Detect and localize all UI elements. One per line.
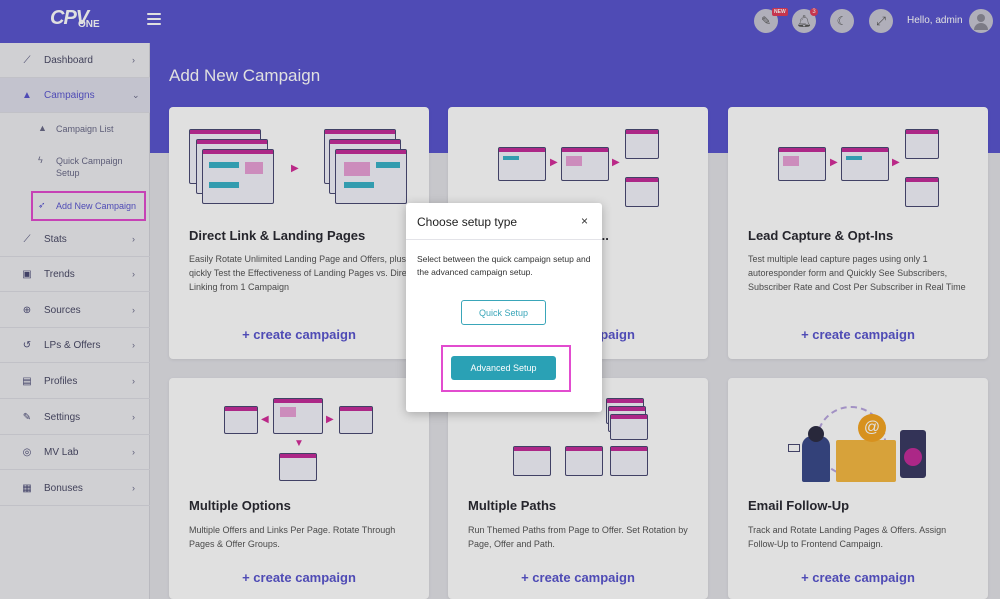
modal-title: Choose setup type: [417, 215, 518, 229]
modal-header: Choose setup type ×: [406, 203, 602, 240]
setup-type-modal: Choose setup type × Select between the q…: [406, 203, 602, 412]
quick-setup-button[interactable]: Quick Setup: [461, 300, 546, 325]
advanced-setup-button[interactable]: Advanced Setup: [451, 356, 556, 380]
close-icon[interactable]: ×: [581, 214, 588, 228]
modal-description: Select between the quick campaign setup …: [417, 254, 591, 277]
